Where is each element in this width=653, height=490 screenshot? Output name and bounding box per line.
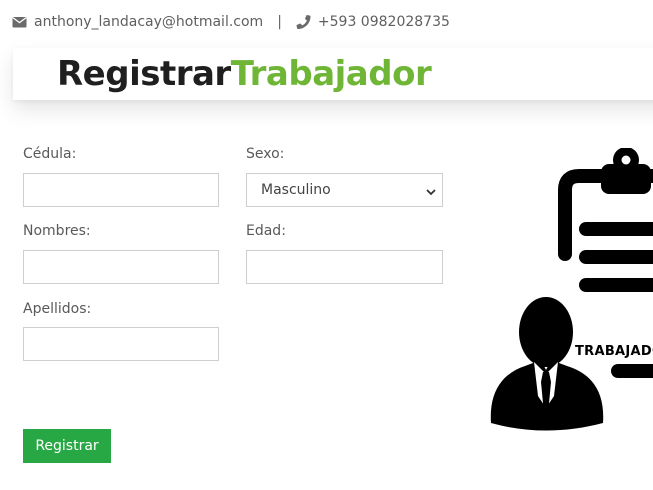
edad-label: Edad: — [246, 223, 286, 239]
sexo-label: Sexo: — [246, 146, 285, 162]
nombres-input[interactable] — [23, 250, 219, 284]
page-title: RegistrarTrabajador — [57, 52, 432, 96]
envelope-icon — [12, 15, 27, 29]
chevron-down-icon — [426, 185, 436, 196]
edad-input[interactable] — [246, 250, 443, 284]
cedula-input[interactable] — [23, 173, 219, 207]
apellidos-label: Apellidos: — [23, 301, 92, 317]
sexo-select-value: Masculino — [261, 182, 331, 198]
worker-illustration: TRABAJADOR — [485, 148, 653, 438]
page-title-box: RegistrarTrabajador — [13, 48, 653, 100]
cedula-label: Cédula: — [23, 146, 77, 162]
illustration-caption: TRABAJADOR — [575, 344, 653, 359]
apellidos-input[interactable] — [23, 327, 219, 361]
sexo-select[interactable]: Masculino — [246, 173, 443, 207]
page-title-part2: Trabajador — [230, 54, 432, 94]
page-title-part1: Registrar — [57, 54, 231, 94]
contact-phone[interactable]: +593 0982028735 — [318, 14, 450, 30]
contact-email[interactable]: anthony_landacay@hotmail.com — [34, 14, 263, 30]
registrar-button[interactable]: Registrar — [23, 429, 111, 463]
clipboard-icon — [490, 148, 653, 431]
contact-bar: anthony_landacay@hotmail.com | +593 0982… — [12, 12, 450, 32]
phone-icon — [296, 15, 311, 29]
nombres-label: Nombres: — [23, 223, 91, 239]
contact-separator: | — [277, 14, 282, 30]
